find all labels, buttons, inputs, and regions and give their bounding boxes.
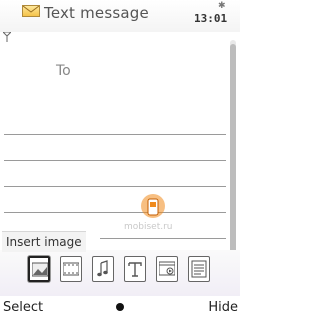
clock: 13:01 — [194, 12, 228, 25]
left-softkey[interactable]: Select — [3, 300, 43, 315]
toolbar-tooltip: Insert image — [2, 231, 86, 252]
watermark-text: mobiset.ru — [124, 222, 173, 232]
music-note-icon — [97, 260, 108, 277]
watermark-logo — [135, 190, 171, 226]
insert-presentation-button[interactable] — [156, 256, 178, 282]
presentation-icon — [159, 261, 175, 276]
antenna-icon — [1, 31, 13, 45]
status-bar: Text message ✱ 13:01 — [0, 0, 240, 32]
envelope-icon — [22, 5, 40, 17]
editor-line[interactable] — [4, 212, 226, 213]
insert-image-button[interactable] — [28, 256, 50, 282]
insert-note-button[interactable] — [188, 256, 210, 282]
text-template-icon — [128, 262, 142, 277]
bluetooth-icon: ✱ — [218, 1, 226, 11]
insert-text-template-button[interactable] — [124, 256, 146, 282]
app-title: Text message — [44, 4, 149, 22]
right-softkey[interactable]: Hide — [208, 300, 238, 315]
center-softkey-dot[interactable] — [116, 303, 124, 311]
editor-line[interactable] — [100, 238, 226, 239]
note-icon — [191, 260, 207, 278]
video-clip-icon — [63, 262, 79, 276]
editor-line[interactable] — [4, 186, 226, 187]
editor-line[interactable] — [4, 134, 226, 135]
editor-line[interactable] — [4, 160, 226, 161]
to-field-label[interactable]: To — [56, 63, 71, 79]
insert-video-button[interactable] — [60, 256, 82, 282]
scrollbar-thumb[interactable] — [230, 44, 236, 280]
image-icon — [32, 262, 48, 277]
insert-sound-button[interactable] — [92, 256, 114, 282]
